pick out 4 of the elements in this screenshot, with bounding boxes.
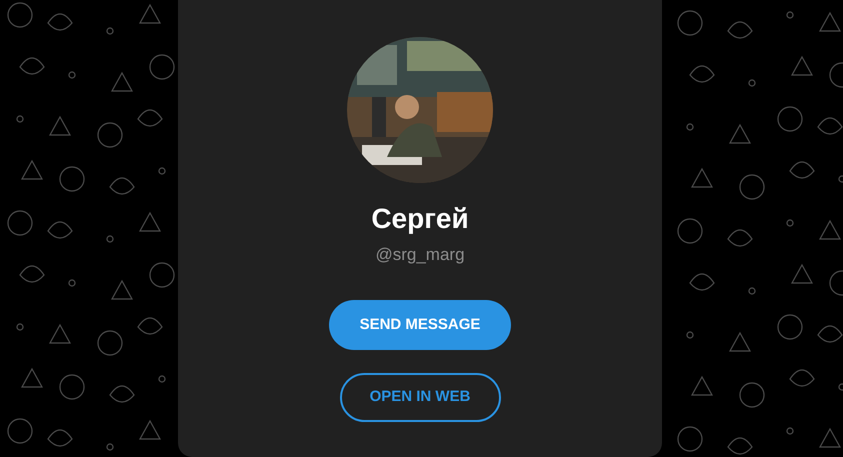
open-in-web-button[interactable]: OPEN IN WEB (340, 373, 500, 422)
send-message-button[interactable]: SEND MESSAGE (329, 300, 511, 350)
profile-name: Сергей (371, 202, 469, 236)
username: @srg_marg (375, 244, 465, 266)
